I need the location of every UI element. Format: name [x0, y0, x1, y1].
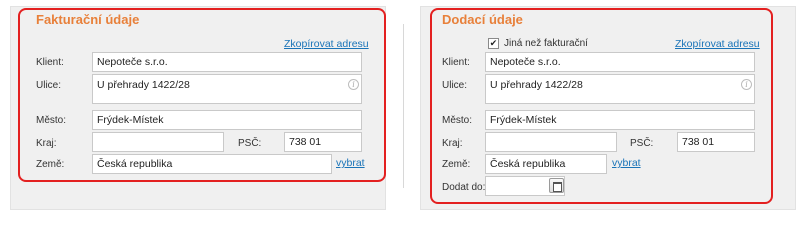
delivery-client-input[interactable]: Nepoteče s.r.o.: [485, 52, 755, 72]
billing-street-label: Ulice:: [36, 80, 62, 91]
different-address-label[interactable]: Jiná než fakturační: [504, 38, 588, 49]
billing-panel: [10, 6, 386, 210]
billing-street-info-icon[interactable]: i: [348, 79, 359, 90]
delivery-city-input[interactable]: Frýdek-Místek: [485, 110, 755, 130]
delivery-client-label: Klient:: [442, 57, 470, 68]
delivery-region-input[interactable]: [485, 132, 617, 152]
delivery-zip-input[interactable]: 738 01: [677, 132, 755, 152]
delivery-street-input[interactable]: U přehrady 1422/28: [485, 74, 755, 104]
billing-copy-address-link[interactable]: Zkopírovat adresu: [284, 38, 369, 50]
billing-zip-label: PSČ:: [238, 138, 262, 149]
delivery-country-input[interactable]: Česká republika: [485, 154, 607, 174]
billing-city-input[interactable]: Frýdek-Místek: [92, 110, 362, 130]
delivery-panel: [420, 6, 796, 210]
delivery-choose-country-link[interactable]: vybrat: [612, 157, 641, 169]
billing-region-input[interactable]: [92, 132, 224, 152]
billing-title: Fakturační údaje: [36, 12, 140, 27]
billing-zip-input[interactable]: 738 01: [284, 132, 362, 152]
delivery-street-info-icon[interactable]: i: [741, 79, 752, 90]
different-address-checkbox[interactable]: ✔: [488, 38, 499, 49]
billing-country-label: Země:: [36, 159, 65, 170]
delivery-street-label: Ulice:: [442, 80, 468, 91]
billing-choose-country-link[interactable]: vybrat: [336, 157, 365, 169]
panel-divider: [403, 24, 404, 188]
delivery-city-label: Město:: [442, 115, 473, 126]
delivery-zip-label: PSČ:: [630, 138, 654, 149]
billing-country-input[interactable]: Česká republika: [92, 154, 332, 174]
deliver-by-label: Dodat do:: [442, 182, 486, 193]
delivery-copy-address-link[interactable]: Zkopírovat adresu: [675, 38, 760, 50]
billing-client-input[interactable]: Nepoteče s.r.o.: [92, 52, 362, 72]
billing-client-label: Klient:: [36, 57, 64, 68]
delivery-region-label: Kraj:: [442, 138, 463, 149]
delivery-country-label: Země:: [442, 159, 471, 170]
delivery-title: Dodací údaje: [442, 12, 523, 27]
billing-city-label: Město:: [36, 115, 67, 126]
billing-region-label: Kraj:: [36, 138, 57, 149]
billing-street-input[interactable]: U přehrady 1422/28: [92, 74, 362, 104]
calendar-icon[interactable]: [549, 178, 564, 193]
